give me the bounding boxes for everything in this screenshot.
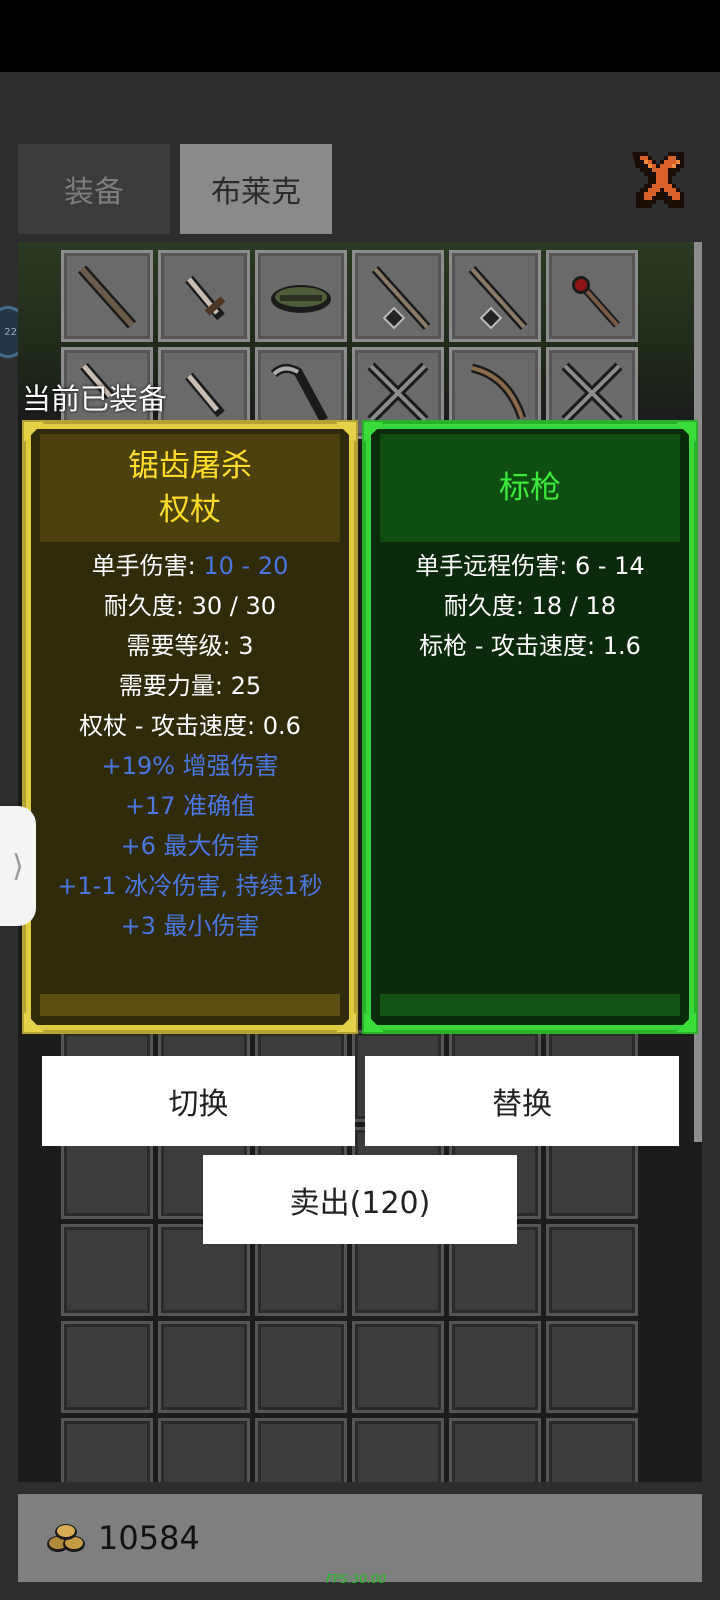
currently-equipped-label: 当前已装备	[22, 382, 168, 416]
status-bar	[0, 0, 720, 72]
dagger-icon	[185, 372, 225, 418]
equipped-item-card: 标枪 单手远程伤害: 6 - 14 耐久度: 18 / 18 标枪 - 攻击速度…	[362, 420, 698, 1034]
inventory-slot[interactable]	[255, 250, 347, 342]
equipped-item-name: 标枪	[499, 470, 561, 506]
close-icon	[632, 152, 684, 208]
axe-icon	[270, 364, 328, 423]
crossed-swords-icon	[367, 362, 429, 424]
helmet-icon	[271, 285, 331, 313]
inventory-slot[interactable]	[352, 1321, 444, 1413]
inventory-slot[interactable]	[61, 1321, 153, 1413]
avatar-level: 22	[4, 326, 17, 338]
gold-amount: 10584	[98, 1519, 200, 1557]
affix: +6 最大伤害	[120, 832, 260, 860]
tab-blake[interactable]: 布莱克	[180, 144, 332, 234]
fps-counter: FPS:30.00	[326, 1572, 387, 1586]
switch-button[interactable]: 切换	[42, 1056, 355, 1146]
item-stats: 单手远程伤害: 6 - 14 耐久度: 18 / 18 标枪 - 攻击速度: 1…	[372, 546, 688, 666]
inventory-slot[interactable]	[352, 1418, 444, 1482]
staff-icon	[77, 265, 137, 329]
card-bottom-strip	[40, 994, 340, 1016]
gold-coins-icon	[47, 1524, 85, 1552]
sell-button[interactable]: 卖出(120)	[203, 1155, 517, 1244]
spear-icon	[371, 265, 431, 331]
stat-required-level: 需要等级: 3	[126, 632, 254, 660]
affix: +17 准确值	[124, 792, 256, 820]
replace-button[interactable]: 替换	[365, 1056, 679, 1146]
inventory-slot[interactable]	[158, 250, 250, 342]
stat-damage-label: 单手伤害:	[91, 552, 204, 580]
gold-bar: 10584	[18, 1494, 702, 1582]
item-name-line1: 锯齿屠杀	[128, 448, 252, 484]
stat-attack-speed: 标枪 - 攻击速度: 1.6	[419, 632, 641, 660]
item-name: 标枪	[380, 434, 680, 542]
item-name: 锯齿屠杀 权杖	[40, 434, 340, 542]
affix: +19% 增强伤害	[101, 752, 279, 780]
inventory-slot[interactable]	[158, 1418, 250, 1482]
inventory-slot[interactable]	[546, 250, 638, 342]
inventory-slot[interactable]	[352, 250, 444, 342]
affix: +1-1 冰冷伤害, 持续1秒	[57, 872, 323, 900]
inventory-slot[interactable]	[255, 1321, 347, 1413]
wand-icon	[572, 276, 620, 328]
inventory-slot[interactable]	[449, 1321, 541, 1413]
side-drawer-handle[interactable]: ⟩	[0, 806, 36, 926]
inventory-slot[interactable]	[449, 250, 541, 342]
stat-durability: 耐久度: 30 / 30	[103, 592, 277, 620]
card-bottom-strip	[380, 994, 680, 1016]
chevron-right-icon: ⟩	[12, 848, 24, 884]
selected-item-card: 锯齿屠杀 权杖 单手伤害: 10 - 20 耐久度: 30 / 30 需要等级:…	[22, 420, 358, 1034]
inventory-slot[interactable]	[449, 1418, 541, 1482]
tab-equipment[interactable]: 装备	[18, 144, 170, 234]
inventory-slot[interactable]	[61, 250, 153, 342]
stat-damage-value: 10 - 20	[203, 552, 289, 580]
inventory-slot[interactable]	[158, 1321, 250, 1413]
inventory-slot[interactable]	[546, 1224, 638, 1316]
inventory-slot[interactable]	[546, 1321, 638, 1413]
crossed-swords-icon	[561, 362, 623, 424]
stat-durability: 耐久度: 18 / 18	[443, 592, 617, 620]
stat-attack-speed: 权杖 - 攻击速度: 0.6	[79, 712, 301, 740]
bow-icon	[470, 363, 527, 420]
stat-required-strength: 需要力量: 25	[118, 672, 262, 700]
stat-ranged-damage: 单手远程伤害: 6 - 14	[415, 552, 645, 580]
stat-damage: 单手伤害: 10 - 20	[92, 546, 289, 586]
item-stats: 单手伤害: 10 - 20 耐久度: 30 / 30 需要等级: 3 需要力量:…	[32, 546, 348, 946]
close-button[interactable]	[632, 148, 696, 212]
spear-icon	[468, 265, 528, 331]
inventory-slot[interactable]	[61, 1224, 153, 1316]
dagger-icon	[185, 275, 226, 321]
inventory-slot[interactable]	[61, 1418, 153, 1482]
item-name-line2: 权杖	[159, 492, 221, 528]
inventory-slot[interactable]	[546, 1418, 638, 1482]
affix: +3 最小伤害	[120, 912, 260, 940]
inventory-slot[interactable]	[255, 1418, 347, 1482]
